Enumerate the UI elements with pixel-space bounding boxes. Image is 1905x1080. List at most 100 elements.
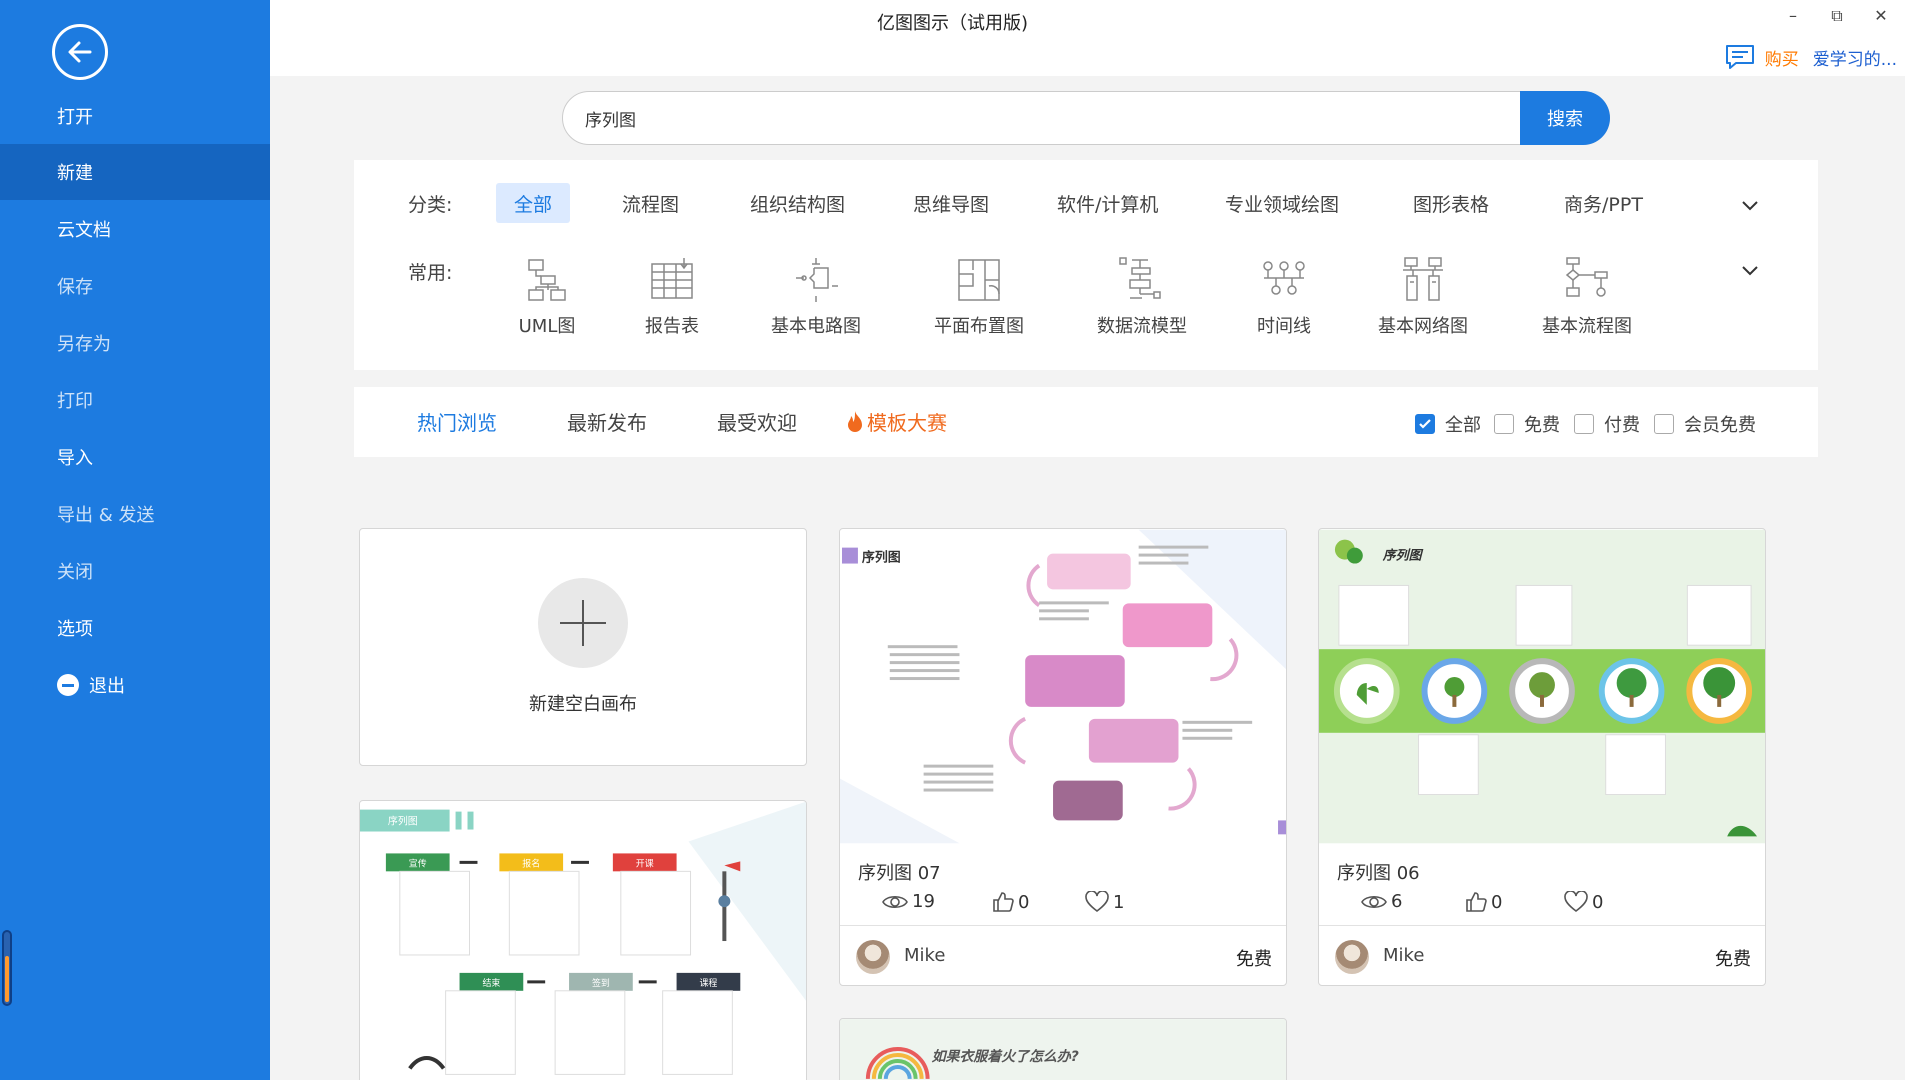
sidebar-item-label: 打开 — [57, 107, 93, 128]
eye-icon — [882, 895, 908, 908]
template-title[interactable]: 序列图 07 — [858, 859, 941, 885]
account-area: 购买 爱学习的... — [1725, 44, 1897, 70]
new-blank-canvas-card[interactable]: 新建空白画布 — [359, 528, 807, 766]
template-title[interactable]: 序列图 06 — [1337, 859, 1420, 885]
timeline-icon — [1263, 261, 1305, 295]
frequent-network[interactable]: 基本网络图 — [1348, 256, 1498, 338]
sidebar-item-close[interactable]: 关闭 — [0, 543, 270, 599]
close-button[interactable]: ✕ — [1870, 6, 1892, 25]
sidebar-item-cloud[interactable]: 云文档 — [0, 201, 270, 257]
category-business-ppt[interactable]: 商务/PPT — [1546, 183, 1661, 223]
template-thumbnail[interactable]: 序列图 — [1319, 529, 1765, 844]
eye-icon — [1361, 895, 1387, 908]
sidebar-item-export[interactable]: 导出 & 发送 — [0, 486, 270, 542]
frequent-basic-flowchart[interactable]: 基本流程图 — [1512, 256, 1662, 338]
author-name[interactable]: Mike — [904, 945, 945, 966]
tab-hot[interactable]: 热门浏览 — [417, 407, 497, 436]
sidebar-item-label: 选项 — [57, 619, 93, 640]
floorplan-icon — [958, 259, 1000, 301]
template-card[interactable]: 如果衣服着火了怎么办? — [839, 1018, 1287, 1080]
sidebar-item-print[interactable]: 打印 — [0, 372, 270, 428]
thumb-title: 如果衣服着火了怎么办? — [932, 1048, 1079, 1065]
sidebar-item-label: 打印 — [57, 391, 93, 412]
sidebar-item-label: 导入 — [57, 448, 93, 469]
price-badge: 免费 — [1715, 949, 1751, 970]
frequent-floorplan[interactable]: 平面布置图 — [904, 256, 1054, 338]
chat-icon[interactable] — [1725, 44, 1755, 70]
category-panel: 分类: 全部 流程图 组织结构图 思维导图 软件/计算机 专业领域绘图 图形表格… — [354, 160, 1818, 370]
favorite-button[interactable]: 0 — [1564, 891, 1603, 913]
minus-circle-icon — [57, 674, 79, 696]
like-count: 0 — [1018, 891, 1030, 913]
filter-label: 会员免费 — [1684, 415, 1756, 436]
template-card[interactable]: 序列图 序列图 06 6 0 0 Mike 免费 — [1318, 528, 1766, 986]
restore-button[interactable]: ⧉ — [1826, 6, 1848, 26]
favorite-button[interactable]: 1 — [1085, 891, 1124, 913]
like-button[interactable]: 0 — [992, 891, 1029, 913]
avatar[interactable] — [856, 940, 890, 974]
avatar[interactable] — [1335, 940, 1369, 974]
step-label: 开课 — [636, 858, 654, 869]
template-card[interactable]: 序列图 序列图 07 19 0 1 Mike 免费 — [839, 528, 1287, 986]
sidebar-item-label: 新建 — [57, 163, 93, 184]
category-org-chart[interactable]: 组织结构图 — [732, 183, 863, 223]
sidebar-item-save[interactable]: 保存 — [0, 258, 270, 314]
sidebar-item-save-as[interactable]: 另存为 — [0, 315, 270, 371]
filter-all[interactable]: 全部 — [1415, 411, 1481, 437]
frequent-circuit[interactable]: 基本电路图 — [741, 256, 891, 338]
step-label: 报名 — [522, 857, 540, 869]
frequent-report[interactable]: 报告表 — [597, 256, 747, 338]
category-tables[interactable]: 图形表格 — [1395, 183, 1507, 223]
frequent-label: 常用: — [408, 262, 453, 284]
template-thumbnail[interactable]: 序列图 — [840, 529, 1286, 844]
category-all[interactable]: 全部 — [496, 183, 571, 223]
filter-paid[interactable]: 付费 — [1574, 411, 1640, 437]
chevron-down-icon[interactable] — [1740, 260, 1760, 280]
chevron-down-icon[interactable] — [1740, 195, 1760, 215]
tab-latest[interactable]: 最新发布 — [567, 407, 647, 436]
sidebar-item-label: 云文档 — [57, 220, 111, 241]
card-footer: Mike 免费 — [840, 925, 1286, 985]
frequent-label-text: 数据流模型 — [1097, 316, 1187, 337]
checkbox-icon — [1494, 414, 1514, 434]
category-professional[interactable]: 专业领域绘图 — [1207, 183, 1357, 223]
buy-link[interactable]: 购买 — [1765, 45, 1799, 70]
sidebar-item-label: 关闭 — [57, 562, 93, 583]
category-mind-map[interactable]: 思维导图 — [895, 183, 1007, 223]
filter-member-free[interactable]: 会员免费 — [1654, 411, 1756, 437]
sidebar-item-new[interactable]: 新建 — [0, 144, 270, 200]
template-thumbnail[interactable]: 序列图 宣传 报名 开课 结束 签到 课程 — [360, 801, 806, 1080]
category-flowchart[interactable]: 流程图 — [604, 183, 697, 223]
author-name[interactable]: Mike — [1383, 945, 1424, 966]
favorite-count: 0 — [1592, 891, 1604, 913]
frequent-timeline[interactable]: 时间线 — [1209, 256, 1359, 338]
tab-popular[interactable]: 最受欢迎 — [717, 407, 797, 436]
template-card[interactable]: 序列图 宣传 报名 开课 结束 签到 课程 — [359, 800, 807, 1080]
checkbox-checked-icon — [1415, 414, 1435, 434]
tab-contest-label: 模板大赛 — [867, 411, 947, 435]
filter-free[interactable]: 免费 — [1494, 411, 1560, 437]
minimize-button[interactable]: – — [1782, 6, 1804, 25]
sidebar-item-options[interactable]: 选项 — [0, 600, 270, 656]
like-button[interactable]: 0 — [1465, 891, 1502, 913]
frequent-label-text: 基本电路图 — [771, 316, 861, 337]
sidebar-scrollbar[interactable] — [2, 930, 12, 1006]
search-input[interactable]: 序列图 — [562, 91, 1610, 145]
back-button[interactable] — [52, 24, 108, 80]
sidebar-item-exit[interactable]: 退出 — [0, 657, 270, 713]
sidebar-item-open[interactable]: 打开 — [0, 88, 270, 144]
template-thumbnail[interactable]: 如果衣服着火了怎么办? — [840, 1019, 1286, 1080]
tab-contest[interactable]: 模板大赛 — [845, 407, 947, 436]
frequent-dataflow[interactable]: 数据流模型 — [1067, 256, 1217, 338]
report-icon — [651, 258, 693, 299]
search-button[interactable]: 搜索 — [1520, 91, 1610, 145]
category-label: 分类: — [408, 194, 453, 216]
user-name-link[interactable]: 爱学习的... — [1813, 45, 1897, 70]
thumbs-up-icon — [1466, 892, 1487, 912]
circuit-icon — [796, 258, 838, 302]
view-count-value: 6 — [1391, 891, 1403, 912]
view-count-value: 19 — [912, 891, 935, 912]
sidebar-item-import[interactable]: 导入 — [0, 429, 270, 485]
heart-icon — [1564, 891, 1588, 913]
category-software[interactable]: 软件/计算机 — [1039, 183, 1176, 223]
